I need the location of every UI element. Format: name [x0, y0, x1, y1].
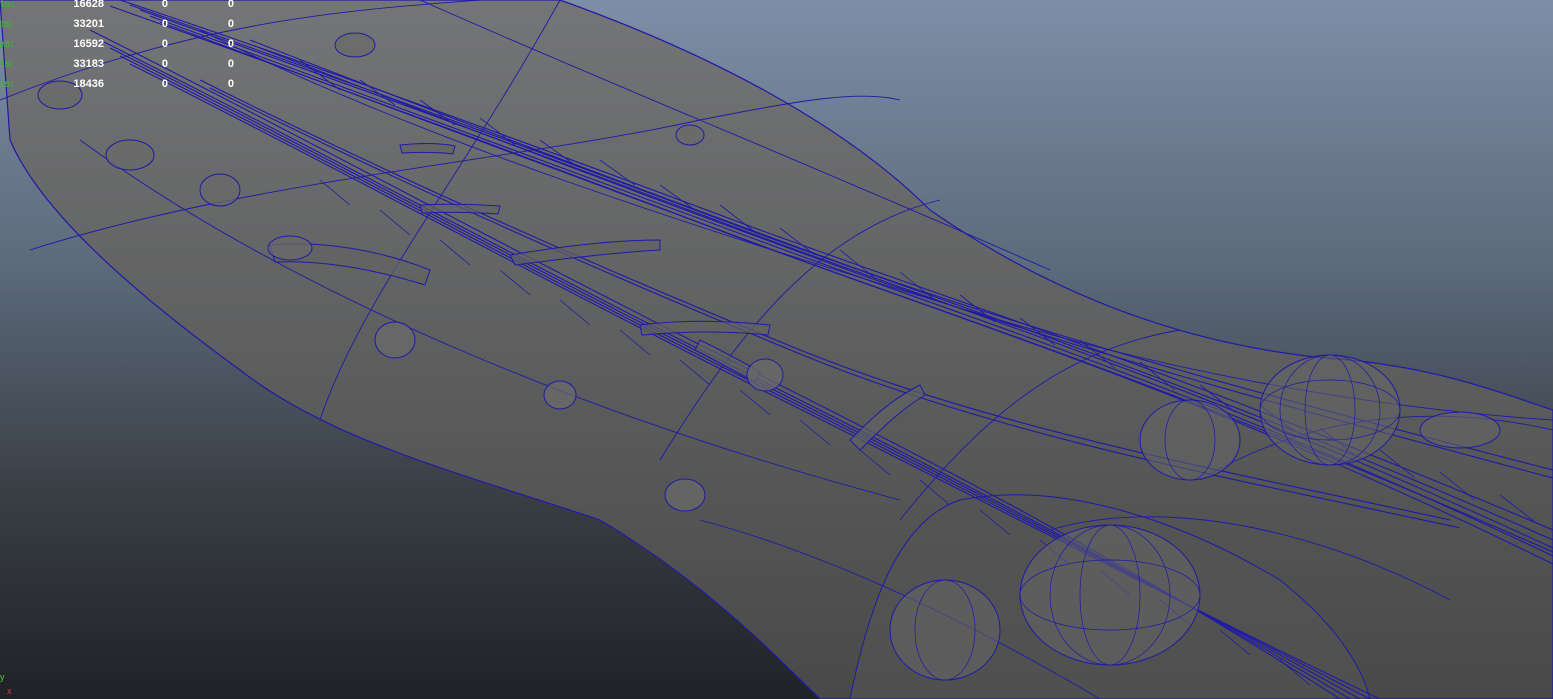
hud-value: 33183: [73, 58, 104, 70]
hud-value: 0: [227, 18, 234, 30]
hud-label: Verts:: [0, 0, 14, 10]
hud-label: Edges:: [0, 18, 14, 30]
hud-value: 0: [227, 58, 234, 70]
hud-value: 0: [227, 78, 234, 90]
wireframe-model: [0, 0, 1553, 699]
axis-x-label: x: [7, 686, 12, 696]
hud-value: 18436: [73, 78, 104, 90]
hud-value: 0: [227, 38, 234, 50]
3d-viewport[interactable]: Verts: 16628 0 0 Edges: 33201 0 0 Faces:…: [0, 0, 1553, 699]
hud-value: 0: [161, 0, 168, 10]
hud-row-uvs: UVs: 18436 0 0: [0, 78, 250, 92]
hud-row-tris: Tris: 33183 0 0: [0, 58, 250, 72]
axis-indicator: y x: [0, 672, 20, 699]
hud-value: 0: [161, 78, 168, 90]
hud-value: 0: [161, 18, 168, 30]
poly-count-hud: Verts: 16628 0 0 Edges: 33201 0 0 Faces:…: [0, 0, 250, 95]
hud-value: 33201: [73, 18, 104, 30]
hud-row-verts: Verts: 16628 0 0: [0, 0, 250, 12]
hud-label: Faces:: [0, 38, 14, 50]
hud-label: Tris:: [0, 58, 14, 70]
skin-shell: [0, 0, 1553, 699]
hud-value: 0: [227, 0, 234, 10]
hud-row-edges: Edges: 33201 0 0: [0, 18, 250, 32]
axis-y-label: y: [0, 672, 5, 682]
hud-value: 0: [161, 38, 168, 50]
hud-value: 0: [161, 58, 168, 70]
hud-value: 16628: [73, 0, 104, 10]
hud-label: UVs:: [0, 78, 14, 90]
hud-value: 16592: [73, 38, 104, 50]
hud-row-faces: Faces: 16592 0 0: [0, 38, 250, 52]
